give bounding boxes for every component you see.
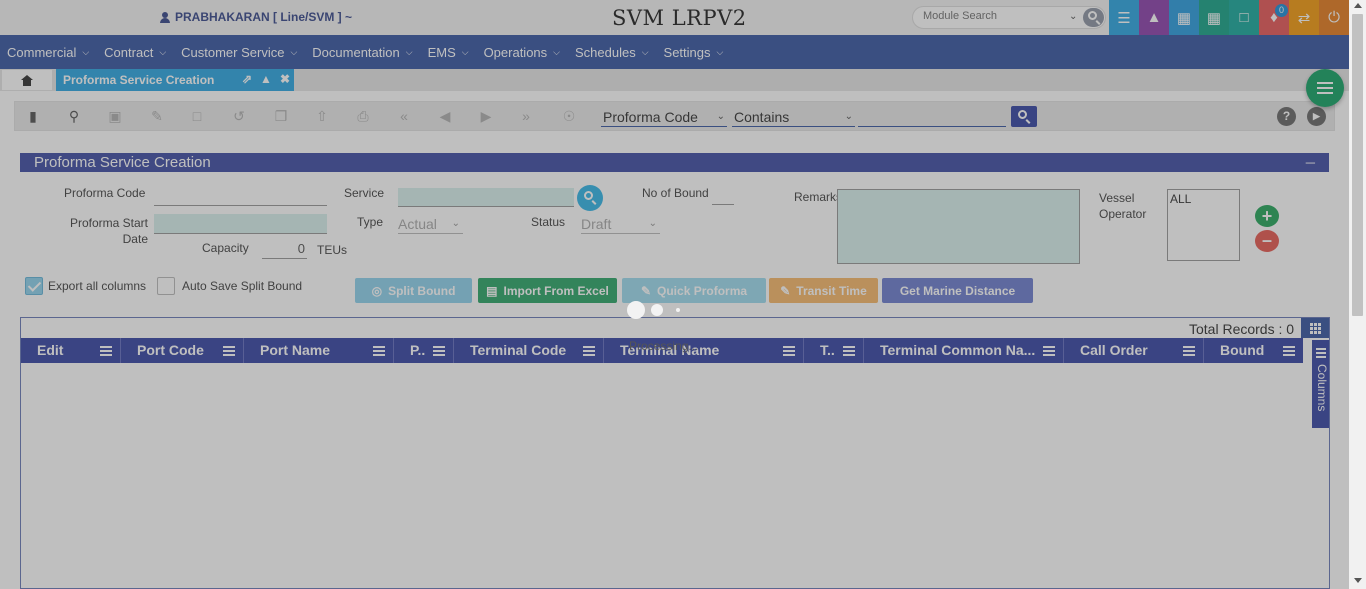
scroll-down-icon[interactable]: [1354, 578, 1362, 583]
scroll-up-icon[interactable]: [1354, 3, 1362, 8]
loading-dot: [676, 308, 680, 312]
loading-overlay: [0, 0, 1349, 589]
page-scrollbar[interactable]: [1349, 0, 1366, 589]
loading-dot: [651, 304, 663, 316]
loading-dot: [627, 301, 645, 319]
scrollbar-thumb[interactable]: [1352, 14, 1363, 316]
processing-label: Processing...: [629, 339, 699, 353]
